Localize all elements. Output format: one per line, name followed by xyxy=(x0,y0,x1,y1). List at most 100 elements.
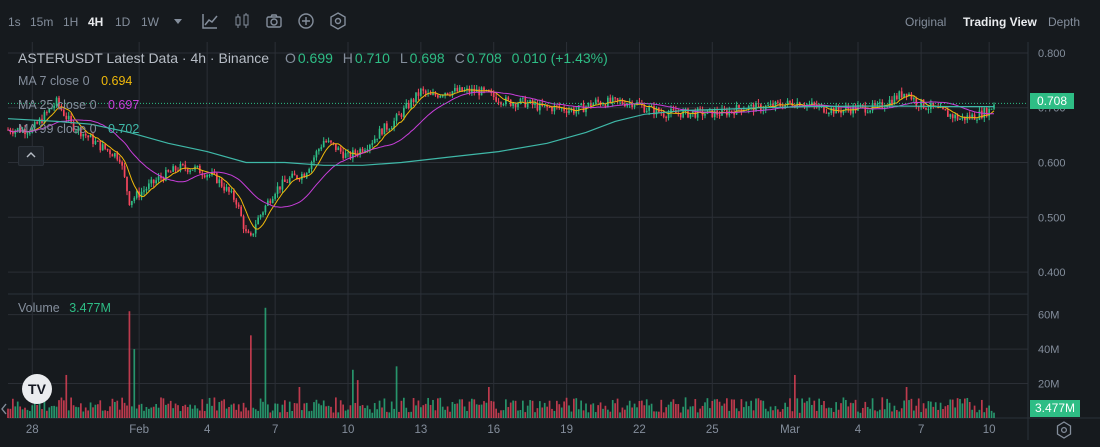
volume-bar xyxy=(631,407,633,418)
volume-bar xyxy=(337,412,340,418)
volume-bar xyxy=(682,406,684,418)
volume-bar xyxy=(849,402,852,418)
volume-bar xyxy=(327,405,330,418)
volume-bar xyxy=(286,411,289,418)
volume-bar xyxy=(568,405,570,418)
candle-body xyxy=(388,129,391,131)
volume-bar xyxy=(519,409,522,418)
volume-bar xyxy=(128,311,131,418)
volume-bar xyxy=(621,407,624,418)
volume-bar xyxy=(881,397,884,418)
volume-bar xyxy=(216,410,218,418)
candle-body xyxy=(135,191,138,198)
time-tick-label: 25 xyxy=(706,424,719,436)
candle-body xyxy=(643,105,646,113)
candle-body xyxy=(264,205,267,213)
candle-body xyxy=(524,97,527,108)
candle-body xyxy=(633,104,636,108)
candle-body xyxy=(713,110,716,118)
candle-body xyxy=(293,173,296,176)
volume-bar xyxy=(842,397,845,418)
volume-bar xyxy=(582,410,585,418)
candle-body xyxy=(131,200,133,205)
volume-bar xyxy=(551,408,553,418)
volume-bar xyxy=(162,398,165,418)
volume-bar xyxy=(92,407,94,418)
volume-bar xyxy=(308,411,310,418)
volume-bar xyxy=(500,410,502,418)
change-value: 0.010 (+1.43%) xyxy=(511,50,608,66)
volume-bar xyxy=(624,409,626,418)
candle-body xyxy=(694,111,697,118)
volume-bar xyxy=(303,403,306,418)
volume-bar xyxy=(959,398,961,418)
volume-bar xyxy=(840,403,842,418)
tradingview-logo[interactable]: TV xyxy=(22,374,52,404)
volume-bar xyxy=(920,412,922,418)
volume-bar xyxy=(213,397,216,418)
volume-bar xyxy=(245,407,247,418)
volume-bar xyxy=(189,404,191,418)
volume-bar xyxy=(570,411,573,418)
volume-bar xyxy=(983,412,986,418)
volume-bar xyxy=(917,398,920,418)
volume-bar xyxy=(339,400,342,418)
high-label: H xyxy=(342,50,353,66)
candle-body xyxy=(616,98,619,101)
volume-bar xyxy=(356,380,359,418)
candle-body xyxy=(279,186,281,190)
volume-bar xyxy=(179,411,182,418)
candle-body xyxy=(330,140,332,143)
volume-bar xyxy=(169,400,172,418)
volume-bar xyxy=(594,412,597,418)
volume-bar xyxy=(381,407,383,418)
candle-body xyxy=(276,186,279,194)
volume-bar xyxy=(254,409,257,418)
candle-body xyxy=(121,161,123,166)
volume-bar xyxy=(201,399,204,418)
volume-bar xyxy=(665,407,667,418)
volume-bar xyxy=(740,399,743,418)
volume-bar xyxy=(791,411,794,418)
volume-bar xyxy=(548,400,551,418)
volume-bar xyxy=(412,397,415,418)
volume-bar xyxy=(597,405,599,418)
candle-body xyxy=(405,103,408,108)
volume-bar xyxy=(288,401,291,418)
candle-body xyxy=(565,110,568,114)
volume-bar xyxy=(276,403,279,418)
volume-bar xyxy=(84,407,87,418)
volume-bar xyxy=(930,401,932,418)
candle-body xyxy=(67,115,70,120)
volume-bar xyxy=(87,410,89,418)
volume-bar xyxy=(905,387,908,418)
volume-bar xyxy=(131,406,133,418)
candle-body xyxy=(828,112,830,114)
chevron-up-icon xyxy=(26,152,36,158)
volume-bar xyxy=(456,403,459,418)
candle-body xyxy=(327,140,330,143)
volume-bar xyxy=(764,408,767,418)
volume-bar xyxy=(507,407,510,418)
volume-bar xyxy=(696,412,699,418)
volume-bar xyxy=(41,409,43,418)
volume-bar xyxy=(910,398,913,418)
chart-settings-icon[interactable] xyxy=(1055,421,1073,439)
candle-body xyxy=(383,123,386,135)
candle-body xyxy=(252,233,255,236)
volume-bar xyxy=(670,401,672,418)
volume-bar xyxy=(305,402,308,418)
volume-bar xyxy=(769,406,772,418)
scroll-left-icon[interactable] xyxy=(0,402,8,416)
volume-bar xyxy=(755,398,757,418)
volume-bar xyxy=(951,399,954,418)
candle-body xyxy=(167,170,170,172)
volume-bar xyxy=(728,410,731,418)
price-chart[interactable]: 0.8000.7000.6000.5000.40060M40M20M28Feb4… xyxy=(0,0,1100,447)
volume-bar xyxy=(968,401,971,418)
volume-bar xyxy=(220,400,223,418)
collapse-legend-button[interactable] xyxy=(18,146,44,166)
candle-body xyxy=(609,97,612,103)
volume-bar xyxy=(281,404,284,418)
volume-bar xyxy=(837,409,840,418)
